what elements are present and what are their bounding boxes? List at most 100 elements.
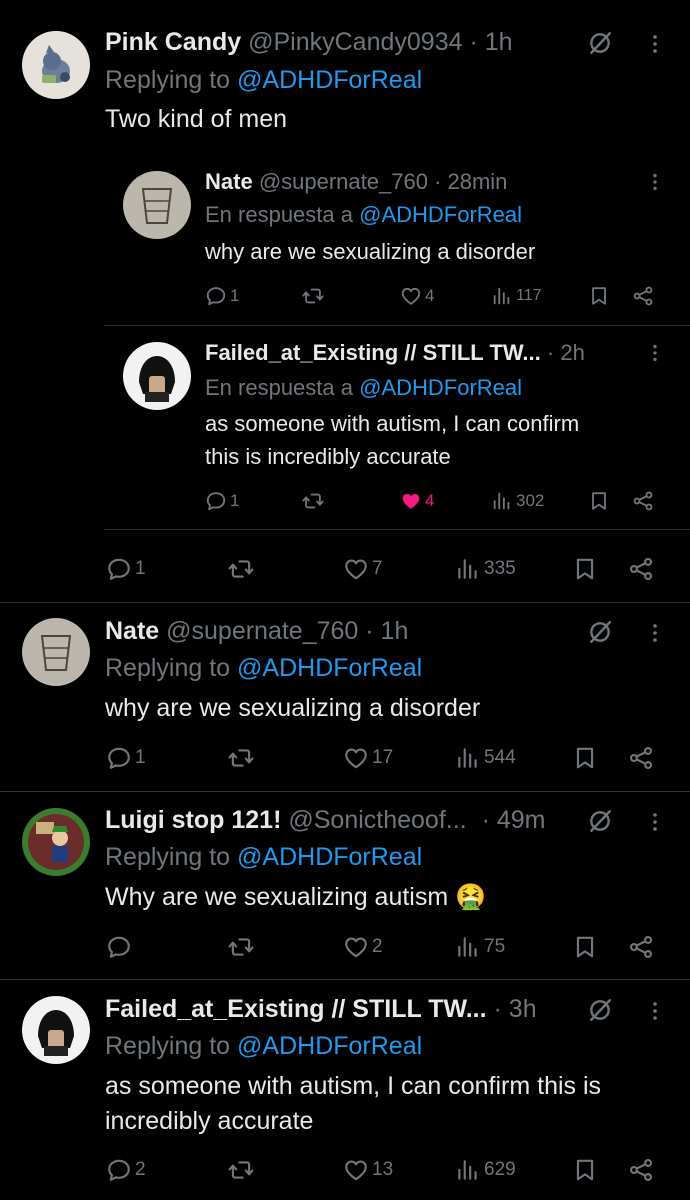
like-icon — [343, 934, 369, 960]
like-button[interactable]: 13 — [343, 1157, 393, 1183]
grok-icon[interactable] — [587, 997, 613, 1023]
share-button[interactable] — [628, 556, 654, 582]
more-icon[interactable] — [643, 31, 667, 57]
post-time[interactable]: · 3h — [494, 995, 537, 1023]
reply-icon — [106, 745, 132, 771]
post-text-line-2: incredibly accurate — [105, 1107, 314, 1135]
repost-button[interactable] — [228, 934, 254, 960]
share-button[interactable] — [632, 490, 654, 512]
reply-button[interactable]: 2 — [106, 1157, 146, 1183]
author-name[interactable]: Failed_at_Existing // STILL TW... — [105, 995, 487, 1023]
more-icon[interactable] — [643, 998, 667, 1024]
like-button[interactable]: 4 — [400, 490, 434, 512]
views-button[interactable]: 302 — [491, 490, 544, 512]
author-name[interactable]: Pink Candy — [105, 28, 241, 56]
share-button[interactable] — [628, 934, 654, 960]
replying-to-link[interactable]: @ADHDForReal — [237, 843, 422, 871]
author-name[interactable]: Luigi stop 121! — [105, 806, 281, 834]
reply-button[interactable]: 1 — [205, 285, 239, 307]
bookmark-icon — [572, 745, 598, 771]
views-icon — [455, 1157, 481, 1183]
replying-to-link[interactable]: @ADHDForReal — [237, 654, 422, 682]
author-handle[interactable]: @PinkyCandy0934 — [248, 28, 462, 56]
like-button[interactable]: 17 — [343, 745, 393, 771]
avatar[interactable] — [123, 171, 191, 239]
grok-icon[interactable] — [587, 30, 613, 56]
avatar[interactable] — [22, 31, 90, 99]
post-time[interactable]: · 1h — [469, 28, 512, 56]
divider — [0, 791, 690, 792]
bookmark-button[interactable] — [572, 556, 598, 582]
bookmark-button[interactable] — [572, 934, 598, 960]
author-handle[interactable]: @supernate_760 — [259, 169, 428, 194]
share-icon — [628, 934, 654, 960]
views-button[interactable]: 335 — [455, 556, 516, 582]
views-count: 544 — [484, 747, 516, 768]
like-button[interactable]: 7 — [343, 556, 383, 582]
replying-to-link[interactable]: @ADHDForReal — [237, 1032, 422, 1060]
reply-count: 2 — [135, 1159, 146, 1180]
avatar[interactable] — [22, 808, 90, 876]
repost-button[interactable] — [228, 556, 254, 582]
grok-icon[interactable] — [587, 808, 613, 834]
bookmark-button[interactable] — [572, 745, 598, 771]
more-icon[interactable] — [643, 620, 667, 646]
reply-count: 1 — [135, 747, 146, 768]
replying-to-link[interactable]: @ADHDForReal — [359, 375, 522, 400]
avatar[interactable] — [123, 342, 191, 410]
like-button[interactable]: 4 — [400, 285, 434, 307]
author-handle[interactable]: @Sonictheoof... — [288, 806, 466, 834]
views-button[interactable]: 117 — [491, 285, 542, 307]
like-icon — [343, 1157, 369, 1183]
views-button[interactable]: 629 — [455, 1157, 516, 1183]
reply-button[interactable] — [106, 934, 132, 960]
repost-icon — [302, 490, 324, 512]
more-icon[interactable] — [644, 170, 666, 194]
replying-to-link[interactable]: @ADHDForReal — [237, 66, 422, 94]
post-time[interactable]: · 1h — [365, 617, 408, 645]
like-icon — [400, 285, 422, 307]
like-count: 7 — [372, 558, 383, 579]
views-count: 629 — [484, 1159, 516, 1180]
repost-button[interactable] — [228, 1157, 254, 1183]
bookmark-button[interactable] — [572, 1157, 598, 1183]
reply-button[interactable]: 1 — [106, 745, 146, 771]
avatar[interactable] — [22, 996, 90, 1064]
author-name[interactable]: Nate — [205, 169, 253, 194]
author-handle[interactable]: @supernate_760 — [166, 617, 358, 645]
like-count: 4 — [425, 286, 435, 305]
replying-label: Replying to — [105, 1032, 231, 1060]
share-button[interactable] — [632, 285, 654, 307]
views-button[interactable]: 544 — [455, 745, 516, 771]
replying-label: Replying to — [105, 66, 231, 94]
bookmark-button[interactable] — [588, 285, 610, 307]
repost-icon — [228, 745, 254, 771]
reply-button[interactable]: 1 — [106, 556, 146, 582]
author-name[interactable]: Failed_at_Existing // STILL TW... — [205, 340, 541, 365]
views-button[interactable]: 75 — [455, 934, 505, 960]
more-icon[interactable] — [643, 809, 667, 835]
post-time[interactable]: · 28min — [434, 169, 507, 194]
share-button[interactable] — [628, 745, 654, 771]
bookmark-button[interactable] — [588, 490, 610, 512]
views-icon — [455, 745, 481, 771]
post-time[interactable]: · 2h — [547, 340, 585, 365]
repost-button[interactable] — [302, 285, 324, 307]
avatar[interactable] — [22, 618, 90, 686]
grok-icon[interactable] — [587, 619, 613, 645]
repost-button[interactable] — [228, 745, 254, 771]
reply-icon — [205, 490, 227, 512]
author-name[interactable]: Nate — [105, 617, 159, 645]
post-time[interactable]: · 49m — [482, 806, 546, 834]
reply-button[interactable]: 1 — [205, 490, 239, 512]
views-count: 117 — [516, 287, 542, 304]
more-icon[interactable] — [644, 341, 666, 365]
like-button[interactable]: 2 — [343, 934, 383, 960]
share-button[interactable] — [628, 1157, 654, 1183]
like-count: 17 — [372, 747, 394, 768]
share-icon — [628, 1157, 654, 1183]
repost-button[interactable] — [302, 490, 324, 512]
share-icon — [628, 556, 654, 582]
replying-to-link[interactable]: @ADHDForReal — [359, 202, 522, 227]
divider — [104, 325, 690, 326]
